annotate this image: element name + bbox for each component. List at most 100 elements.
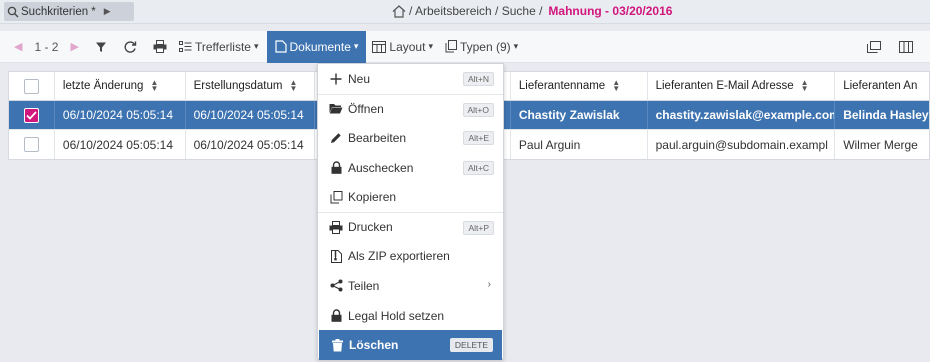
hitlist-menu[interactable]: Trefferliste ▾ (173, 31, 265, 63)
menu-item-label: Teilen (348, 278, 380, 293)
menu-item-share[interactable]: Teilen › (318, 271, 503, 301)
layout-label: Layout (389, 39, 426, 54)
shortcut-badge: Alt+E (463, 131, 494, 146)
table-cell: Chastity Zawislak (511, 101, 648, 129)
list-icon (178, 40, 192, 52)
column-header[interactable]: Lieferantenname ▲ ▼ (511, 72, 648, 100)
printer-icon (328, 219, 344, 235)
menu-item-edit[interactable]: Bearbeiten Alt+E (318, 123, 503, 153)
check-icon (26, 110, 37, 120)
filter-icon (95, 42, 106, 52)
breadcrumb-current: Mahnung - 03/20/2016 (548, 4, 673, 18)
pencil-icon (328, 130, 344, 146)
shortcut-badge: Alt+O (462, 102, 494, 117)
table-cell: Wilmer Merge (843, 137, 918, 152)
select-all-cell (9, 72, 55, 100)
menu-item-label: Neu (348, 71, 371, 86)
table-cell: 06/10/2024 05:05:14 (55, 130, 186, 159)
sort-icon: ▲ ▼ (800, 78, 809, 93)
plus-icon (328, 71, 344, 87)
shortcut-badge: Alt+N (462, 72, 494, 86)
row-checkbox[interactable] (23, 107, 39, 123)
shortcut-badge: DELETE (449, 338, 493, 353)
sort-icon: ▲ ▼ (289, 78, 298, 93)
column-header[interactable]: Lieferanten An (835, 72, 929, 100)
columns-icon (899, 41, 913, 53)
table-cell: paul.arguin@subdomain.exampl (648, 130, 836, 159)
table-cell: 06/10/2024 05:05:14 (186, 101, 316, 129)
column-header-label: letzte Änderung (62, 80, 144, 92)
layout-icon (372, 40, 387, 53)
sort-icon: ▲ ▼ (612, 78, 621, 93)
column-header-label: Erstellungsdatum (193, 80, 283, 92)
next-page-button[interactable]: ▶ (64, 31, 88, 63)
refresh-icon (124, 40, 137, 53)
arrow-right-icon: ▶ (70, 41, 79, 53)
toolbar-right (858, 31, 922, 63)
chevron-down-icon: ▾ (353, 41, 359, 51)
menu-item-print[interactable]: Drucken Alt+P (318, 211, 503, 242)
print-button[interactable] (147, 31, 173, 63)
zip-file-icon (328, 248, 344, 264)
toolbar: ◀ 1 - 2 ▶ Trefferliste ▾ Dokumente ▾ Lay… (0, 30, 930, 63)
top-bar: Suchkriterien * ▶ / Arbeitsbereich / Suc… (0, 0, 930, 24)
types-label: Typen (9) (459, 39, 511, 54)
chevron-down-icon: ▾ (253, 41, 259, 51)
layout-menu[interactable]: Layout ▾ (366, 31, 439, 63)
printer-icon (153, 40, 167, 53)
hitlist-label: Trefferliste (194, 39, 251, 54)
arrow-left-icon: ◀ (14, 41, 23, 53)
menu-item-label: Löschen (349, 338, 399, 353)
menu-item-export-zip[interactable]: Als ZIP exportieren (318, 242, 503, 272)
documents-dropdown: Neu Alt+N Öffnen Alt+O Bearbeiten Alt+E … (317, 63, 504, 360)
columns-button[interactable] (890, 31, 922, 63)
row-select-cell (9, 130, 55, 159)
detach-button[interactable] (858, 31, 890, 63)
documents-menu[interactable]: Dokumente ▾ (266, 30, 367, 63)
search-criteria-toggle[interactable]: Suchkriterien * ▶ (4, 2, 134, 21)
menu-item-delete[interactable]: Löschen DELETE (319, 330, 502, 360)
column-header[interactable]: Erstellungsdatum ▲ ▼ (186, 72, 316, 100)
types-menu[interactable]: Typen (9) ▾ (439, 31, 524, 63)
menu-item-label: Bearbeiten (348, 130, 407, 145)
search-criteria-label: Suchkriterien * (21, 5, 96, 18)
menu-item-label: Legal Hold setzen (348, 308, 445, 323)
column-header[interactable]: letzte Änderung ▲ ▼ (55, 72, 186, 100)
select-all-checkbox[interactable] (23, 78, 39, 94)
menu-item-label: Auschecken (348, 160, 414, 175)
refresh-button[interactable] (113, 31, 147, 63)
folder-open-icon (328, 101, 344, 117)
result-range: 1 - 2 (34, 39, 59, 54)
breadcrumb: / Arbeitsbereich / Suche / Mahnung - 03/… (392, 4, 672, 18)
search-icon (7, 6, 19, 17)
copy-icon (445, 40, 457, 53)
shortcut-badge: Alt+P (463, 220, 494, 235)
previous-page-button[interactable]: ◀ (0, 31, 28, 63)
filter-button[interactable] (89, 31, 113, 63)
menu-item-checkout[interactable]: Auschecken Alt+C (318, 153, 503, 183)
lock-icon (328, 308, 344, 324)
home-icon[interactable] (392, 4, 406, 18)
chevron-right-icon: › (487, 279, 491, 291)
chevron-down-icon: ▾ (513, 41, 519, 51)
table-cell: Belinda Hasley (843, 108, 929, 122)
documents-label: Dokumente (289, 39, 351, 54)
window-icon (867, 41, 881, 53)
column-header-label: Lieferanten An (843, 80, 918, 92)
menu-item-new[interactable]: Neu Alt+N (318, 64, 503, 94)
menu-item-label: Als ZIP exportieren (348, 249, 450, 264)
column-header-label: Lieferanten E-Mail Adresse (655, 80, 794, 92)
table-cell: chastity.zawislak@example.com (648, 101, 836, 129)
row-select-cell (9, 101, 55, 129)
shortcut-badge: Alt+C (462, 160, 494, 175)
column-header[interactable]: Lieferanten E-Mail Adresse ▲ ▼ (648, 72, 836, 100)
table-cell: 06/10/2024 05:05:14 (186, 130, 316, 159)
menu-item-legal-hold[interactable]: Legal Hold setzen (318, 301, 503, 331)
menu-item-label: Öffnen (348, 101, 384, 116)
caret-right-icon: ▶ (103, 6, 111, 16)
copy-icon (328, 189, 344, 205)
row-checkbox[interactable] (23, 137, 39, 152)
breadcrumb-path[interactable]: / Arbeitsbereich / Suche / (409, 4, 542, 18)
menu-item-open[interactable]: Öffnen Alt+O (318, 93, 503, 124)
menu-item-copy[interactable]: Kopieren (318, 182, 503, 212)
